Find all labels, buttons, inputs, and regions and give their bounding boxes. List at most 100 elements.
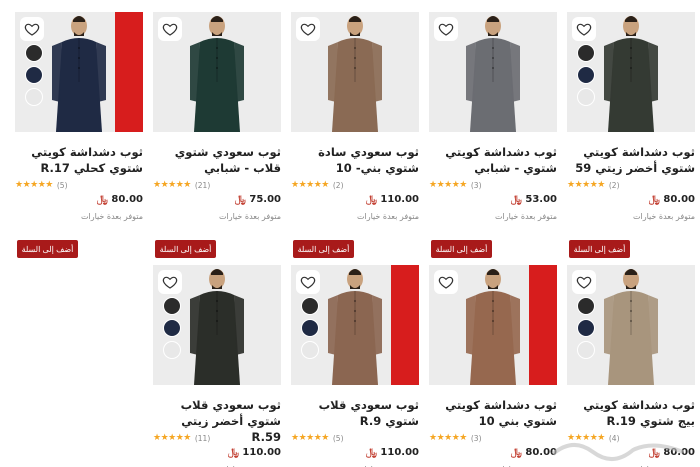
product-price: 80.00 ﷼	[429, 447, 557, 458]
heart-icon[interactable]	[434, 270, 458, 294]
star-rating-icon: ★★★★★	[153, 433, 191, 443]
availability-text: متوفر بعدة خيارات	[218, 212, 281, 221]
swatch-icon	[301, 341, 319, 359]
star-rating-icon: ★★★★★	[291, 180, 329, 190]
price-value: 75.00	[249, 194, 281, 205]
price-value: 53.00	[525, 194, 557, 205]
swatch-icon	[163, 319, 181, 337]
product-image[interactable]	[429, 265, 557, 385]
riyal-icon: ﷼	[365, 447, 381, 458]
rating: ★★★★★ (21)	[153, 180, 281, 190]
star-rating-icon: ★★★★★	[429, 180, 467, 190]
product-title[interactable]: ثوب سعودي شتوي قلاب - شبابي	[153, 144, 281, 176]
product-title[interactable]: ثوب سعودي قلاب شتوي R.9	[291, 397, 419, 429]
riyal-icon: ﷼	[227, 447, 243, 458]
availability-text: متوفر بعدة خيارات	[80, 212, 143, 221]
product-image[interactable]	[291, 265, 419, 385]
product-price: 80.00 ﷼	[567, 194, 695, 205]
product-price: 110.00 ﷼	[153, 447, 281, 458]
rating: ★★★★★ (5)	[291, 433, 419, 443]
riyal-icon: ﷼	[510, 447, 526, 458]
product-model-photo	[40, 12, 118, 132]
heart-icon[interactable]	[158, 17, 182, 41]
product-model-photo	[454, 265, 532, 385]
fabric-swatches	[21, 44, 43, 110]
heart-icon[interactable]	[434, 17, 458, 41]
rating: ★★★★★ (5)	[15, 180, 143, 190]
product-price: 53.00 ﷼	[429, 194, 557, 205]
rating: ★★★★★ (2)	[567, 180, 695, 190]
product-image[interactable]	[429, 12, 557, 132]
swatch-icon	[25, 44, 43, 62]
price-value: 110.00	[380, 194, 419, 205]
swatch-icon	[25, 88, 43, 106]
product-title[interactable]: ثوب دشداشة كويتي شتوي بني 10	[429, 397, 557, 429]
product-model-photo	[316, 12, 394, 132]
swatch-icon	[163, 297, 181, 315]
availability-text: متوفر بعدة خيارات	[356, 212, 419, 221]
star-rating-icon: ★★★★★	[429, 433, 467, 443]
add-to-cart-button[interactable]: أضف إلى السلة	[155, 240, 216, 258]
heart-icon[interactable]	[296, 270, 320, 294]
add-to-cart-button[interactable]: أضف إلى السلة	[569, 240, 630, 258]
product-model-photo	[178, 12, 256, 132]
rating: ★★★★★ (3)	[429, 180, 557, 190]
product-model-photo	[178, 265, 256, 385]
product-title[interactable]: ثوب دشداشة كويتي شتوي - شبابي	[429, 144, 557, 176]
rating: ★★★★★ (2)	[291, 180, 419, 190]
swatch-icon	[577, 88, 595, 106]
heart-icon[interactable]	[158, 270, 182, 294]
product-image[interactable]	[153, 12, 281, 132]
rating: ★★★★★ (11)	[153, 433, 281, 443]
heart-icon[interactable]	[572, 17, 596, 41]
product-model-photo	[454, 12, 532, 132]
fabric-swatches	[573, 297, 595, 363]
product-model-photo	[592, 12, 670, 132]
review-count: (11)	[194, 433, 211, 443]
review-count: (5)	[56, 180, 68, 190]
swatch-icon	[577, 66, 595, 84]
availability-text: متوفر بعدة خيارات	[494, 212, 557, 221]
add-to-cart-button[interactable]: أضف إلى السلة	[293, 240, 354, 258]
price-value: 80.00	[111, 194, 143, 205]
product-title[interactable]: ثوب دشداشة كويتي شتوي كحلي R.17	[15, 144, 143, 176]
star-rating-icon: ★★★★★	[567, 180, 605, 190]
swatch-icon	[577, 297, 595, 315]
riyal-icon: ﷼	[96, 194, 112, 205]
heart-icon[interactable]	[572, 270, 596, 294]
product-title[interactable]: ثوب سعودي سادة شتوي بني- 10	[291, 144, 419, 176]
rating: ★★★★★ (3)	[429, 433, 557, 443]
watermark-logo	[543, 432, 693, 462]
star-rating-icon: ★★★★★	[153, 180, 191, 190]
product-image[interactable]	[153, 265, 281, 385]
swatch-icon	[577, 341, 595, 359]
product-price: 75.00 ﷼	[153, 194, 281, 205]
availability-text: متوفر بعدة خيارات	[632, 212, 695, 221]
review-count: (2)	[608, 180, 620, 190]
review-count: (21)	[194, 180, 211, 190]
product-image[interactable]	[567, 265, 695, 385]
price-value: 110.00	[242, 447, 281, 458]
heart-icon[interactable]	[20, 17, 44, 41]
product-title[interactable]: ثوب دشداشة كويتي شتوي أخضر زيتي 59	[567, 144, 695, 176]
heart-icon[interactable]	[296, 17, 320, 41]
product-title[interactable]: ثوب دشداشة كويتي بيج شتوي R.19	[567, 397, 695, 429]
product-image[interactable]	[291, 12, 419, 132]
product-image[interactable]	[567, 12, 695, 132]
product-model-photo	[316, 265, 394, 385]
product-model-photo	[592, 265, 670, 385]
add-to-cart-button[interactable]: أضف إلى السلة	[17, 240, 78, 258]
product-price: 80.00 ﷼	[15, 194, 143, 205]
product-image[interactable]	[15, 12, 143, 132]
riyal-icon: ﷼	[234, 194, 250, 205]
swatch-icon	[577, 319, 595, 337]
product-price: 110.00 ﷼	[291, 447, 419, 458]
swatch-icon	[301, 297, 319, 315]
review-count: (3)	[470, 433, 482, 443]
fabric-swatches	[297, 297, 319, 363]
product-price: 110.00 ﷼	[291, 194, 419, 205]
star-rating-icon: ★★★★★	[15, 180, 53, 190]
price-value: 80.00	[663, 194, 695, 205]
swatch-icon	[301, 319, 319, 337]
add-to-cart-button[interactable]: أضف إلى السلة	[431, 240, 492, 258]
